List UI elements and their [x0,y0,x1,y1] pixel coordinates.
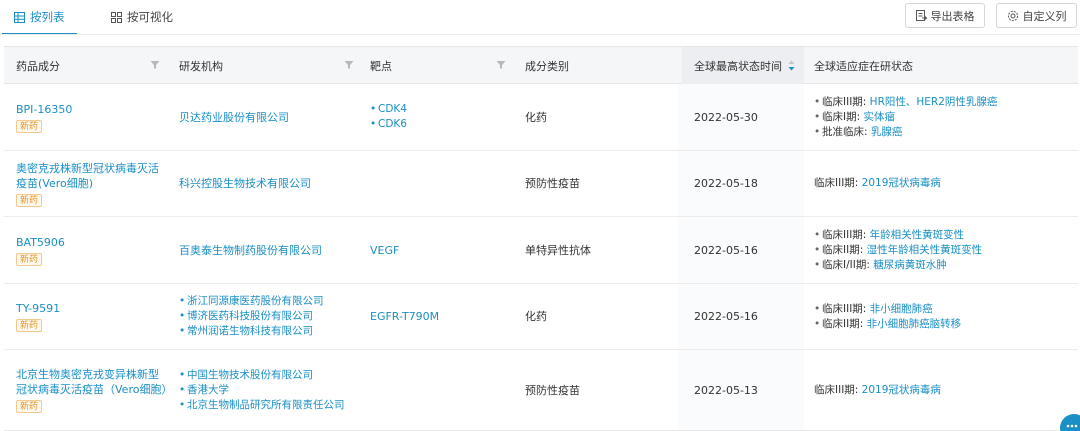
indication-link[interactable]: 年龄相关性黄斑变性 [870,229,965,241]
date-text: 2022-05-16 [694,243,758,257]
export-table-label: 导出表格 [930,9,975,23]
target-link[interactable]: CDK6 [370,117,510,132]
drug-name-link[interactable]: 奥密克戎株新型冠状病毒灭活疫苗(Vero细胞) [16,161,168,191]
target-link[interactable]: CDK4 [370,102,510,117]
drug-name-link[interactable]: BAT5906 [16,235,166,250]
indication-link[interactable]: 非小细胞肺癌 [870,303,933,315]
date-text: 2022-05-30 [694,110,758,124]
filter-icon[interactable] [496,60,506,70]
drug-name-link[interactable]: TY-9591 [16,301,166,316]
new-drug-badge: 新药 [16,119,43,133]
new-drug-badge: 新药 [16,193,43,207]
category-text: 预防性疫苗 [525,383,580,397]
table-row: 奥密克戎株新型冠状病毒灭活疫苗(Vero细胞) 新药 科兴控股生物技术有限公司 … [4,151,1078,217]
category-text: 化药 [525,110,547,124]
org-link[interactable]: 北京生物制品研究所有限责任公司 [179,398,364,413]
col-header-category: 成分类别 [525,47,675,84]
indication-item: 临床III期: 2019冠状病毒病 [814,177,941,189]
custom-columns-label: 自定义列 [1022,9,1067,23]
org-link[interactable]: 科兴控股生物技术有限公司 [179,176,359,191]
filter-icon[interactable] [344,60,354,70]
col-header-indication-label: 全球适应症在研状态 [814,59,913,73]
org-link[interactable]: 香港大学 [179,383,364,398]
target-link[interactable]: VEGF [370,243,510,258]
sort-icon[interactable] [788,60,795,71]
list-grid-icon [14,11,25,23]
custom-columns-button[interactable]: 自定义列 [996,3,1077,28]
export-table-button[interactable]: 导出表格 [905,3,985,28]
indication-link[interactable]: 实体瘤 [863,111,895,123]
indication-item: 临床III期: 年龄相关性黄斑变性 [814,228,1076,243]
col-header-org: 研发机构 [179,47,359,84]
col-header-org-label: 研发机构 [179,59,223,73]
tab-list-label: 按列表 [30,10,65,24]
org-link[interactable]: 中国生物技术股份有限公司 [179,368,364,383]
tab-divider [0,34,1080,35]
indication-item: 临床I期: 实体瘤 [814,110,1076,125]
indication-link[interactable]: 糖尿病黄斑水肿 [873,259,947,271]
gear-icon [1007,10,1019,22]
col-header-drug: 药品成分 [16,47,166,84]
export-icon [915,10,927,21]
indication-item: 临床III期: 2019冠状病毒病 [814,383,941,396]
table-row: BAT5906 新药 百奥泰生物制药股份有限公司 VEGF 单特异性抗体 202… [4,217,1078,284]
indication-link[interactable]: 2019冠状病毒病 [862,177,941,189]
date-text: 2022-05-18 [694,177,758,190]
indication-link[interactable]: HR阳性、HER2阴性乳腺癌 [870,96,998,108]
date-text: 2022-05-16 [694,310,758,323]
drug-name-link[interactable]: 北京生物奥密克戎变异株新型冠状病毒灭活疫苗（Vero细胞） [16,367,172,397]
org-link[interactable]: 博济医药科技股份有限公司 [179,309,364,324]
col-header-date-label: 全球最高状态时间 [694,59,782,73]
new-drug-badge: 新药 [16,400,43,413]
table-row: TY-9591 新药 浙江同源康医药股份有限公司 博济医药科技股份有限公司 常州… [4,284,1078,350]
category-text: 单特异性抗体 [525,243,591,257]
new-drug-badge: 新药 [16,252,43,266]
col-header-date[interactable]: 全球最高状态时间 [682,47,804,84]
table-row: BPI-16350 新药 贝达药业股份有限公司 CDK4 CDK6 化药 202… [4,84,1078,151]
table-header: 药品成分 研发机构 靶点 成分类别 全球最高状态时间 全球适应症在研状态 [4,47,1078,84]
top-bar: 按列表 按可视化 导出表格 自定义列 [0,0,1080,36]
filter-icon[interactable] [150,60,160,70]
tab-list-view[interactable]: 按列表 [2,0,76,35]
new-drug-badge: 新药 [16,319,43,332]
org-link[interactable]: 浙江同源康医药股份有限公司 [179,294,364,309]
table-row: 北京生物奥密克戎变异株新型冠状病毒灭活疫苗（Vero细胞） 新药 中国生物技术股… [4,350,1078,430]
indication-link[interactable]: 湿性年龄相关性黄斑变性 [867,244,983,256]
target-link[interactable]: EGFR-T790M [370,309,510,324]
category-text: 化药 [525,310,547,323]
col-header-indication: 全球适应症在研状态 [814,47,1074,84]
category-text: 预防性疫苗 [525,177,580,190]
org-link[interactable]: 百奥泰生物制药股份有限公司 [179,243,359,258]
indication-item: 临床III期: HR阳性、HER2阴性乳腺癌 [814,95,1076,110]
indication-link[interactable]: 非小细胞肺癌脑转移 [867,318,962,330]
chat-bubble-icon [1066,420,1078,431]
tab-visual-view[interactable]: 按可视化 [111,0,173,34]
date-text: 2022-05-13 [694,383,758,397]
org-link[interactable]: 常州润诺生物科技有限公司 [179,324,364,339]
drug-table: 药品成分 研发机构 靶点 成分类别 全球最高状态时间 全球适应症在研状态 BPI… [4,46,1078,431]
col-header-category-label: 成分类别 [525,59,569,73]
grid-icon [111,11,122,23]
indication-link[interactable]: 2019冠状病毒病 [862,384,941,396]
drug-name-link[interactable]: BPI-16350 [16,102,166,117]
col-header-drug-label: 药品成分 [16,59,60,73]
indication-item: 批准临床: 乳腺癌 [814,125,1076,140]
indication-item: 临床I/II期: 糖尿病黄斑水肿 [814,258,1076,273]
indication-link[interactable]: 乳腺癌 [871,126,903,138]
indication-item: 临床II期: 湿性年龄相关性黄斑变性 [814,243,1076,258]
tab-visual-label: 按可视化 [127,10,173,24]
indication-item: 临床II期: 非小细胞肺癌脑转移 [814,317,1076,332]
indication-item: 临床III期: 非小细胞肺癌 [814,302,1076,317]
col-header-target-label: 靶点 [370,59,392,73]
col-header-target: 靶点 [370,47,510,84]
org-link[interactable]: 贝达药业股份有限公司 [179,110,359,125]
